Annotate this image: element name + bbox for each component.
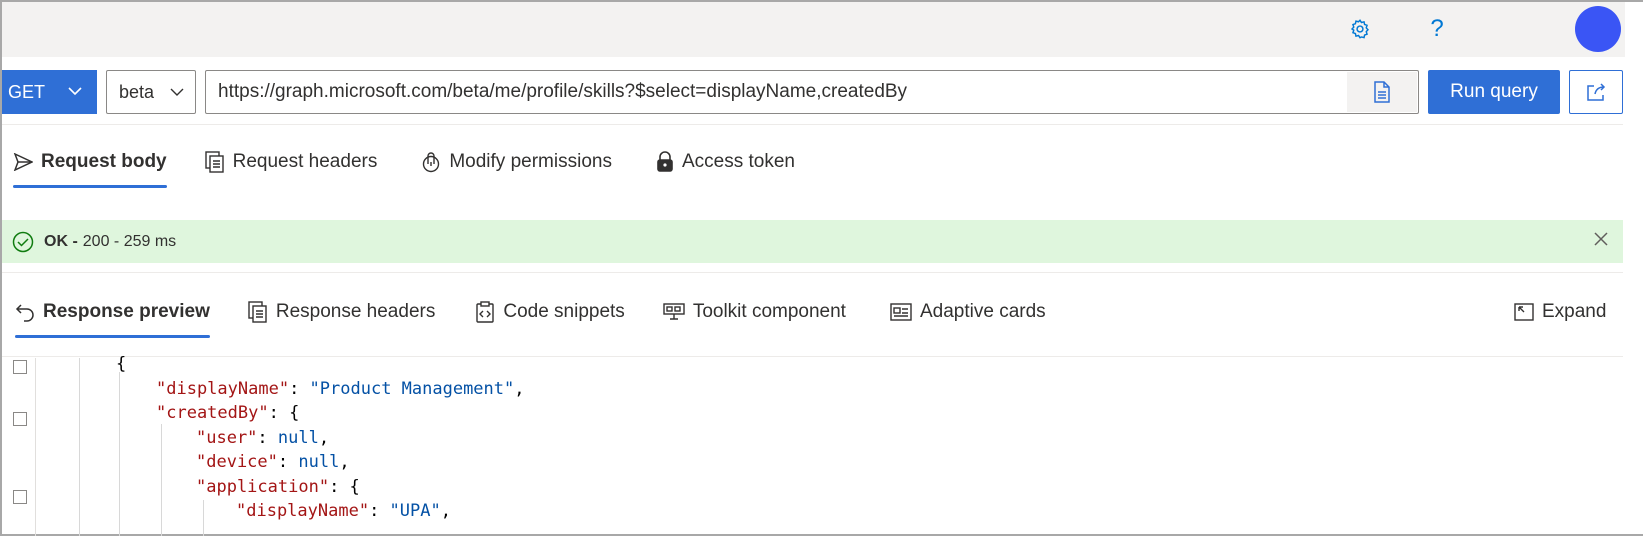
send-icon: [13, 153, 33, 171]
tab-label: Request headers: [232, 151, 378, 172]
tab-code-snippets[interactable]: Code snippets: [475, 290, 625, 334]
code-punct: ,: [440, 501, 451, 521]
headers-icon: [248, 301, 267, 323]
indent-guide: [119, 372, 120, 536]
code-value: "Product Management": [309, 378, 515, 399]
tab-modify-permissions[interactable]: Modify permissions: [421, 140, 612, 184]
code-key: "application": [196, 476, 330, 497]
status-detail: 200 - 259 ms: [82, 232, 177, 250]
version-value: beta: [119, 81, 155, 102]
code-separator: :: [268, 403, 290, 423]
avatar[interactable]: [1575, 6, 1621, 52]
code-key: "createdBy": [156, 403, 269, 423]
code-separator: :: [329, 476, 350, 497]
code-line: {: [116, 352, 126, 376]
tab-label: Access token: [681, 151, 795, 172]
indent-guide: [79, 358, 80, 536]
code-value: null: [277, 427, 319, 448]
gutter-divider: [35, 358, 36, 536]
tab-toolkit-component[interactable]: Toolkit component: [663, 290, 846, 334]
url-field[interactable]: [205, 70, 1419, 114]
code-line: "device": null,: [196, 450, 350, 474]
expand-label: Expand: [1542, 301, 1607, 322]
undo-arrow-icon: [15, 304, 34, 322]
code-value: "UPA": [389, 501, 441, 521]
url-input[interactable]: [206, 72, 1336, 112]
help-icon[interactable]: ?: [1420, 12, 1454, 46]
code-line: "displayName": "Product Management",: [156, 377, 525, 401]
close-icon[interactable]: [1593, 231, 1609, 252]
http-method-value: GET: [8, 81, 46, 102]
code-value: null: [298, 452, 340, 472]
tab-request-headers[interactable]: Request headers: [204, 140, 378, 184]
chevron-down-icon: [67, 83, 83, 104]
code-separator: :: [289, 378, 310, 399]
gear-icon[interactable]: [1343, 12, 1377, 46]
status-bar: OK - 200 - 259 ms: [2, 220, 1623, 263]
headers-icon: [204, 151, 224, 173]
expand-button[interactable]: Expand: [1514, 290, 1606, 334]
tab-label: Toolkit component: [692, 301, 846, 322]
tab-access-token[interactable]: Access token: [656, 140, 795, 184]
code-line: "user": null,: [196, 426, 329, 450]
code-punct: ,: [514, 378, 525, 399]
code-punct: ,: [339, 452, 350, 472]
help-glyph: ?: [1430, 15, 1444, 42]
permissions-icon: [423, 152, 440, 173]
code-key: "device": [196, 452, 278, 472]
tab-response-preview[interactable]: Response preview: [15, 290, 210, 338]
indent-guide: [161, 424, 162, 536]
tab-label: Request body: [41, 151, 167, 172]
code-key: "displayName": [156, 378, 290, 399]
code-clipboard-icon: [476, 301, 495, 323]
tab-label: Response headers: [275, 301, 436, 322]
tab-label: Modify permissions: [449, 151, 612, 172]
code-key: "displayName": [236, 501, 370, 521]
response-tabs: Response preview Response headers Code s…: [2, 290, 1623, 338]
request-tabs: Request body Request headers Modify perm…: [2, 140, 795, 188]
divider: [2, 272, 1623, 273]
share-icon[interactable]: [1569, 70, 1623, 114]
http-method-dropdown[interactable]: GET: [2, 70, 97, 114]
run-query-button[interactable]: Run query: [1428, 70, 1560, 114]
divider: [2, 356, 1623, 357]
status-label: OK -: [44, 232, 78, 250]
code-separator: :: [369, 501, 390, 521]
document-icon[interactable]: [1347, 72, 1417, 112]
code-punct: {: [116, 354, 127, 374]
code-line: "createdBy": {: [156, 401, 299, 425]
chevron-down-icon: [169, 84, 185, 105]
response-code-view: {"displayName": "Product Management", "cr…: [2, 354, 1623, 536]
lock-icon: [657, 151, 673, 172]
tab-request-body[interactable]: Request body: [13, 140, 167, 188]
tab-label: Response preview: [43, 301, 210, 322]
code-value: {: [349, 476, 360, 497]
tab-label: Adaptive cards: [919, 301, 1046, 322]
code-line: "displayName": "UPA",: [236, 499, 451, 523]
code-separator: :: [257, 427, 278, 448]
fold-checkbox[interactable]: [13, 412, 27, 426]
indent-guide: [203, 500, 204, 536]
code-line: "application": {: [196, 475, 360, 499]
tab-adaptive-cards[interactable]: Adaptive cards: [890, 290, 1046, 334]
code-key: "user": [196, 427, 258, 448]
top-bar: ?: [2, 2, 1625, 57]
expand-icon: [1514, 303, 1534, 321]
check-circle-icon: [12, 231, 34, 252]
card-icon: [890, 303, 912, 321]
tab-label: Code snippets: [503, 301, 625, 322]
code-punct: ,: [318, 427, 330, 448]
version-dropdown[interactable]: beta: [106, 70, 196, 114]
code-value: {: [289, 403, 300, 423]
divider: [2, 124, 1623, 125]
fold-checkbox[interactable]: [13, 490, 27, 504]
code-separator: :: [277, 452, 299, 472]
toolkit-icon: [663, 303, 685, 320]
fold-checkbox[interactable]: [13, 360, 27, 374]
tab-response-headers[interactable]: Response headers: [248, 290, 436, 334]
